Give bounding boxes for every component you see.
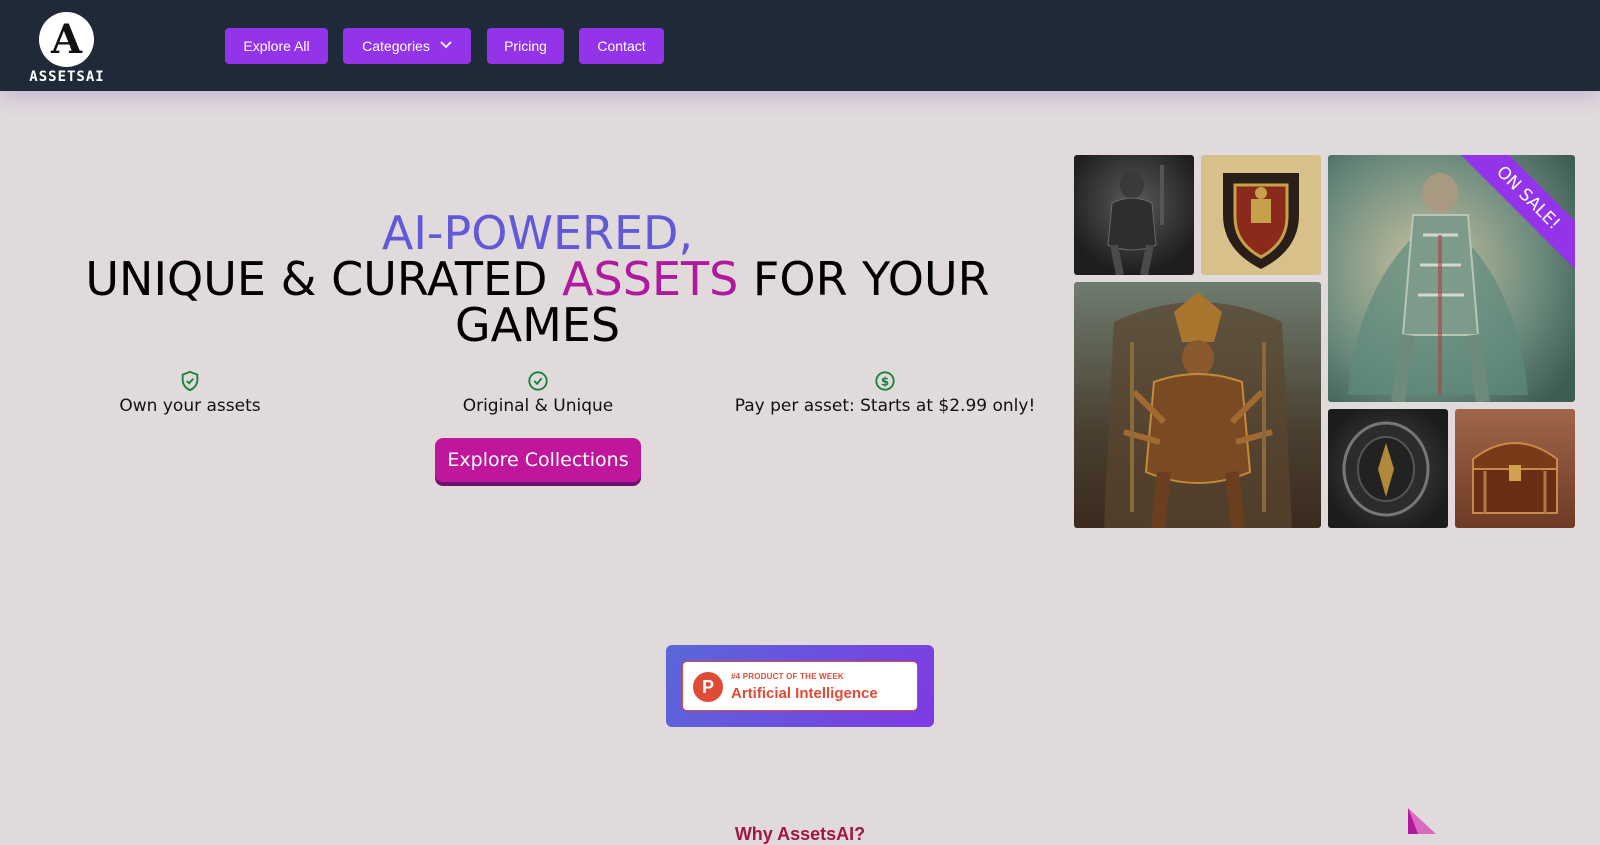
explore-all-button[interactable]: Explore All bbox=[225, 28, 328, 64]
explore-collections-label: Explore Collections bbox=[447, 449, 629, 471]
hero-heading-line3: GAMES bbox=[454, 298, 621, 352]
logo-mark: A bbox=[39, 12, 94, 67]
hero-heading-line2: UNIQUE & CURATED ASSETS FOR YOUR bbox=[60, 256, 1015, 302]
treasure-chest-image[interactable] bbox=[1455, 409, 1575, 528]
chevron-down-icon bbox=[440, 40, 452, 52]
explore-all-label: Explore All bbox=[243, 38, 310, 54]
feature-own-assets: Own your assets bbox=[90, 370, 290, 416]
logo-wordmark: ASSETSAI bbox=[29, 69, 105, 85]
pricing-label: Pricing bbox=[504, 38, 547, 54]
contact-label: Contact bbox=[597, 38, 646, 54]
producthunt-category: Artificial Intelligence bbox=[731, 685, 878, 702]
hero-heading-line1: AI-POWERED, bbox=[381, 206, 694, 260]
producthunt-logo-icon: P bbox=[693, 672, 723, 702]
armored-knight-image[interactable] bbox=[1074, 155, 1194, 275]
heraldic-shield-image[interactable] bbox=[1201, 155, 1321, 275]
svg-text:$: $ bbox=[881, 375, 889, 389]
feature-pay-per-asset: $ Pay per asset: Starts at $2.99 only! bbox=[730, 370, 1040, 416]
assetsai-logo[interactable]: A ASSETSAI bbox=[28, 10, 106, 86]
contact-button[interactable]: Contact bbox=[579, 28, 664, 64]
feature-label: Pay per asset: Starts at $2.99 only! bbox=[734, 396, 1036, 416]
decorative-shape bbox=[1408, 808, 1436, 834]
producthunt-badge-container: P #4 PRODUCT OF THE WEEK Artificial Inte… bbox=[666, 645, 934, 727]
dark-shield-image[interactable] bbox=[1328, 409, 1448, 528]
feature-label: Own your assets bbox=[119, 396, 261, 416]
explore-collections-button[interactable]: Explore Collections bbox=[435, 438, 641, 482]
golden-throne-deity-image[interactable] bbox=[1074, 282, 1321, 528]
pricing-button[interactable]: Pricing bbox=[487, 28, 564, 64]
jade-warrior-image[interactable]: ON SALE! bbox=[1328, 155, 1575, 402]
feature-label: Original & Unique bbox=[462, 396, 614, 416]
categories-dropdown-button[interactable]: Categories bbox=[343, 28, 471, 64]
badge-check-icon bbox=[527, 370, 549, 392]
shield-check-icon bbox=[179, 370, 201, 392]
dollar-circle-icon: $ bbox=[874, 370, 896, 392]
producthunt-badge[interactable]: P #4 PRODUCT OF THE WEEK Artificial Inte… bbox=[682, 661, 918, 711]
top-navbar: A ASSETSAI Explore All Categories Pricin… bbox=[0, 0, 1600, 91]
hero-heading-line2-suffix: FOR YOUR bbox=[738, 252, 990, 306]
producthunt-rank: #4 PRODUCT OF THE WEEK bbox=[731, 672, 844, 681]
hero-heading: AI-POWERED, UNIQUE & CURATED ASSETS FOR … bbox=[60, 210, 1015, 348]
why-section-title: Why AssetsAI? bbox=[734, 824, 866, 844]
feature-original-unique: Original & Unique bbox=[438, 370, 638, 416]
categories-label: Categories bbox=[362, 38, 430, 54]
